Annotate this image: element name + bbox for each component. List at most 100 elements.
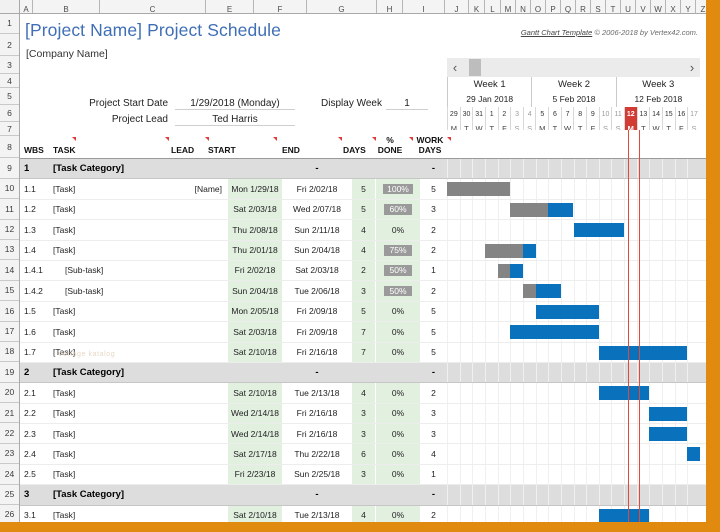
gantt-row[interactable] xyxy=(447,424,700,443)
row-number-9[interactable]: 9 xyxy=(0,158,19,178)
table-row[interactable]: 1.4[Task]Thu 2/01/18Sun 2/04/18475%2 xyxy=(20,241,706,261)
th-end[interactable]: END xyxy=(282,146,300,156)
cell-percent-done[interactable]: 0% xyxy=(376,343,420,362)
row-number-12[interactable]: 12 xyxy=(0,220,19,240)
cell-start[interactable]: Sat 2/03/18 xyxy=(228,200,282,219)
cell-task[interactable]: [Task] xyxy=(53,444,158,463)
gantt-bar-remaining[interactable] xyxy=(599,386,650,400)
table-row[interactable]: 2.4[Task]Sat 2/17/18Thu 2/22/1860%4 xyxy=(20,444,706,464)
cell-lead[interactable]: [Name] xyxy=(170,179,226,198)
cell-lead[interactable] xyxy=(170,506,226,522)
scrollbar-track[interactable] xyxy=(463,58,684,77)
gantt-bar-remaining[interactable] xyxy=(548,203,573,217)
cell-percent-done[interactable]: 0% xyxy=(376,404,420,423)
gantt-bar-complete[interactable] xyxy=(485,244,523,258)
row-number-6[interactable]: 6 xyxy=(0,105,19,122)
cell-task[interactable]: [Task] xyxy=(53,404,158,423)
gantt-row[interactable] xyxy=(447,465,700,484)
column-letter-h[interactable]: H xyxy=(377,0,403,14)
gantt-row[interactable] xyxy=(447,241,700,260)
cell-days[interactable]: 3 xyxy=(352,465,375,484)
th-task[interactable]: TASK xyxy=(53,146,76,156)
cell-lead[interactable] xyxy=(170,220,226,239)
cell-percent-done[interactable]: 0% xyxy=(376,302,420,321)
cell-days[interactable]: 4 xyxy=(352,241,375,260)
cell-start[interactable]: Thu 2/01/18 xyxy=(228,241,282,260)
gantt-row[interactable] xyxy=(447,302,700,321)
cell-work-days[interactable]: 5 xyxy=(421,343,446,362)
cell-wbs[interactable]: 1.3 xyxy=(24,220,52,239)
column-letter-o[interactable]: O xyxy=(531,0,546,14)
column-letter-n[interactable]: N xyxy=(516,0,531,14)
cell-days[interactable]: 3 xyxy=(352,281,375,300)
column-letter-x[interactable]: X xyxy=(666,0,681,14)
cell-start[interactable] xyxy=(228,363,282,382)
row-number-25[interactable]: 25 xyxy=(0,485,19,505)
column-letter-a[interactable]: A xyxy=(20,0,33,14)
gantt-bar-remaining[interactable] xyxy=(649,407,687,421)
cell-task[interactable]: [Task Category] xyxy=(53,485,158,504)
cell-wbs[interactable]: 1 xyxy=(24,159,52,178)
cell-percent-done[interactable]: 60% xyxy=(376,200,420,219)
table-row[interactable]: 1.4.1[Sub-task]Fri 2/02/18Sat 2/03/18250… xyxy=(20,261,706,281)
cell-lead[interactable] xyxy=(170,485,226,504)
row-number-7[interactable]: 7 xyxy=(0,122,19,136)
cell-end[interactable]: - xyxy=(283,363,351,382)
cell-percent-done[interactable]: 75% xyxy=(376,241,420,260)
gantt-row[interactable] xyxy=(447,343,700,362)
gantt-bar-remaining[interactable] xyxy=(574,223,625,237)
cell-task[interactable]: [Task Category] xyxy=(53,363,158,382)
column-letter-z[interactable]: Z xyxy=(696,0,706,14)
cell-wbs[interactable]: 1.4.2 xyxy=(24,281,52,300)
gantt-row[interactable] xyxy=(447,261,700,280)
cell-lead[interactable] xyxy=(170,465,226,484)
gantt-row[interactable] xyxy=(447,485,700,504)
cell-end[interactable]: - xyxy=(283,159,351,178)
cell-wbs[interactable]: 1.4 xyxy=(24,241,52,260)
cell-lead[interactable] xyxy=(170,302,226,321)
cell-task[interactable]: [Task] xyxy=(53,241,158,260)
cell-days[interactable]: 7 xyxy=(352,343,375,362)
cell-wbs[interactable]: 2.3 xyxy=(24,424,52,443)
cell-end[interactable]: Wed 2/07/18 xyxy=(283,200,351,219)
cell-days[interactable]: 5 xyxy=(352,179,375,198)
cell-lead[interactable] xyxy=(170,363,226,382)
cell-start[interactable]: Sat 2/03/18 xyxy=(228,322,282,341)
cell-days[interactable]: 5 xyxy=(352,302,375,321)
table-row[interactable]: 2.5[Task]Fri 2/23/18Sun 2/25/1830%1 xyxy=(20,465,706,485)
task-category-row[interactable]: 3[Task Category]-- xyxy=(20,485,706,505)
cell-task[interactable]: [Task] xyxy=(53,424,158,443)
gantt-row[interactable] xyxy=(447,220,700,239)
column-letter-v[interactable]: V xyxy=(636,0,651,14)
cell-days[interactable]: 4 xyxy=(352,383,375,402)
column-letter-l[interactable]: L xyxy=(485,0,501,14)
gantt-row[interactable] xyxy=(447,281,700,300)
cell-end[interactable]: Thu 2/22/18 xyxy=(283,444,351,463)
cell-lead[interactable] xyxy=(170,343,226,362)
cell-lead[interactable] xyxy=(170,261,226,280)
th-days[interactable]: DAYS xyxy=(343,146,366,156)
cell-task[interactable]: [Task] xyxy=(53,302,158,321)
row-number-20[interactable]: 20 xyxy=(0,383,19,403)
cell-days[interactable] xyxy=(352,159,375,178)
gantt-row[interactable] xyxy=(447,159,700,178)
table-row[interactable]: 1.2[Task]Sat 2/03/18Wed 2/07/18560%3 xyxy=(20,200,706,220)
cell-start[interactable]: Mon 1/29/18 xyxy=(228,179,282,198)
cell-start[interactable]: Sun 2/04/18 xyxy=(228,281,282,300)
cell-percent-done[interactable] xyxy=(376,363,420,382)
cell-work-days[interactable]: 2 xyxy=(421,506,446,522)
cell-percent-done[interactable] xyxy=(376,159,420,178)
cell-end[interactable]: Tue 2/13/18 xyxy=(283,506,351,522)
row-number-8[interactable]: 8 xyxy=(0,136,19,158)
gantt-bar-remaining[interactable] xyxy=(536,284,561,298)
cell-wbs[interactable]: 2.5 xyxy=(24,465,52,484)
table-row[interactable]: 2.3[Task]Wed 2/14/18Fri 2/16/1830%3 xyxy=(20,424,706,444)
cell-percent-done[interactable]: 50% xyxy=(376,281,420,300)
cell-start[interactable] xyxy=(228,159,282,178)
cell-start[interactable]: Wed 2/14/18 xyxy=(228,404,282,423)
project-start-date-value[interactable]: 1/29/2018 (Monday) xyxy=(175,98,295,110)
table-row[interactable]: 1.4.2[Sub-task]Sun 2/04/18Tue 2/06/18350… xyxy=(20,281,706,301)
cell-days[interactable] xyxy=(352,363,375,382)
gantt-row[interactable] xyxy=(447,383,700,402)
table-row[interactable]: 1.6[Task]Sat 2/03/18Fri 2/09/1870%5 xyxy=(20,322,706,342)
